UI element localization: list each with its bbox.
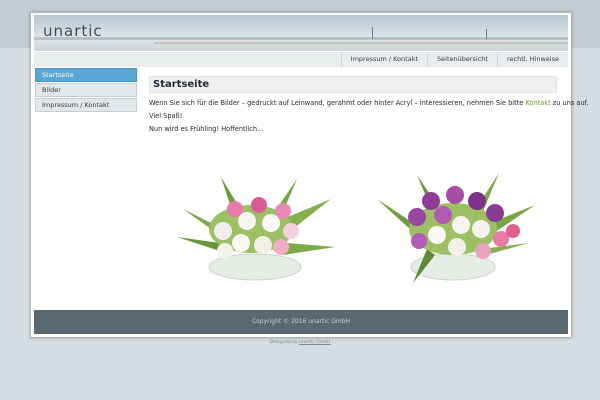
topnav-item-impressum[interactable]: Impressum / Kontakt bbox=[340, 52, 427, 67]
spring-paragraph: Nun wird es Frühling! Hoffentlich... bbox=[149, 125, 264, 133]
site-logo[interactable]: unartic bbox=[43, 22, 103, 40]
footer: Copyright © 2016 unartic GmbH bbox=[34, 310, 568, 334]
designer-credit: Designed by unartic GmbH bbox=[0, 340, 600, 345]
contact-link[interactable]: Kontakt bbox=[525, 99, 550, 107]
main-content: Startseite Wenn Sie sich für die Bilder … bbox=[149, 76, 589, 283]
banner-pole bbox=[486, 29, 487, 39]
sidebar-item-bilder[interactable]: Bilder bbox=[35, 83, 137, 97]
intro-text-before: Wenn Sie sich für die Bilder – gedruckt … bbox=[149, 99, 526, 107]
sidebar-item-startseite[interactable]: Startseite bbox=[35, 68, 137, 82]
intro-paragraph: Wenn Sie sich für die Bilder – gedruckt … bbox=[149, 99, 589, 108]
tulip-bouquet-purple-white-image[interactable] bbox=[361, 159, 541, 284]
intro-text-after: zu uns auf. bbox=[550, 99, 589, 107]
sidebar-item-impressum[interactable]: Impressum / Kontakt bbox=[35, 98, 137, 112]
fun-paragraph: Viel Spaß! bbox=[149, 112, 183, 120]
tulip-bouquet-pink-white-image[interactable] bbox=[163, 159, 343, 284]
header-banner: unartic bbox=[34, 15, 568, 51]
banner-beach bbox=[154, 42, 568, 44]
banner-pole bbox=[372, 27, 373, 39]
top-navigation: Impressum / Kontakt Seitenübersicht rech… bbox=[34, 51, 568, 67]
page-title: Startseite bbox=[149, 76, 557, 93]
topnav-item-legal[interactable]: rechtl. Hinweise bbox=[496, 52, 568, 67]
banner-shoreline bbox=[34, 37, 568, 40]
page-container: unartic Impressum / Kontakt Seitenübersi… bbox=[30, 12, 589, 338]
topnav-item-sitemap[interactable]: Seitenübersicht bbox=[427, 52, 497, 67]
copyright-text: Copyright © 2016 unartic GmbH bbox=[251, 318, 351, 325]
side-navigation: Startseite Bilder Impressum / Kontakt bbox=[35, 68, 137, 113]
designer-link[interactable]: unartic GmbH bbox=[299, 340, 330, 345]
image-gallery bbox=[149, 159, 557, 289]
credit-prefix: Designed by bbox=[269, 340, 300, 345]
